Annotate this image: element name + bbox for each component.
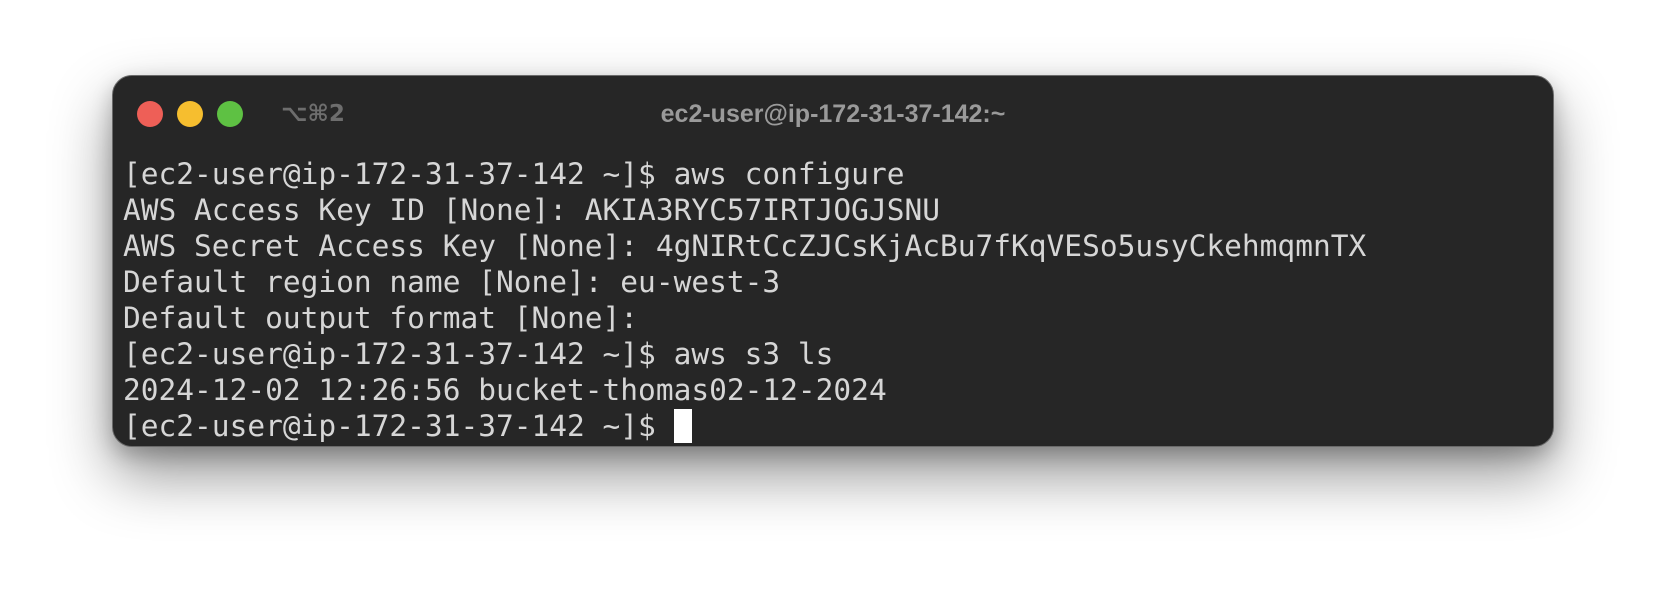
terminal-line: AWS Access Key ID [None]: AKIA3RYC57IRTJ… [123,193,940,227]
terminal-line: Default region name [None]: eu-west-3 [123,265,781,299]
prompt-line[interactable]: [ec2-user@ip-172-31-37-142 ~]$ [123,408,1543,444]
window-title: ec2-user@ip-172-31-37-142:~ [660,100,1006,128]
terminal-output[interactable]: [ec2-user@ip-172-31-37-142 ~]$ aws confi… [123,156,1543,444]
title-bar[interactable]: ⌥⌘2 ec2-user@ip-172-31-37-142:~ [113,76,1553,136]
terminal-line: [ec2-user@ip-172-31-37-142 ~]$ aws confi… [123,157,905,191]
terminal-line: [ec2-user@ip-172-31-37-142 ~]$ aws s3 ls [123,337,834,371]
text-cursor [673,409,692,443]
terminal-line: AWS Secret Access Key [None]: 4gNIRtCcZJ… [123,229,1367,263]
terminal-line: Default output format [None]: [123,301,639,335]
shell-prompt: [ec2-user@ip-172-31-37-142 ~]$ [123,409,656,443]
terminal-window: ⌥⌘2 ec2-user@ip-172-31-37-142:~ [ec2-use… [112,75,1554,447]
terminal-line: 2024-12-02 12:26:56 bucket-thomas02-12-2… [123,373,887,407]
